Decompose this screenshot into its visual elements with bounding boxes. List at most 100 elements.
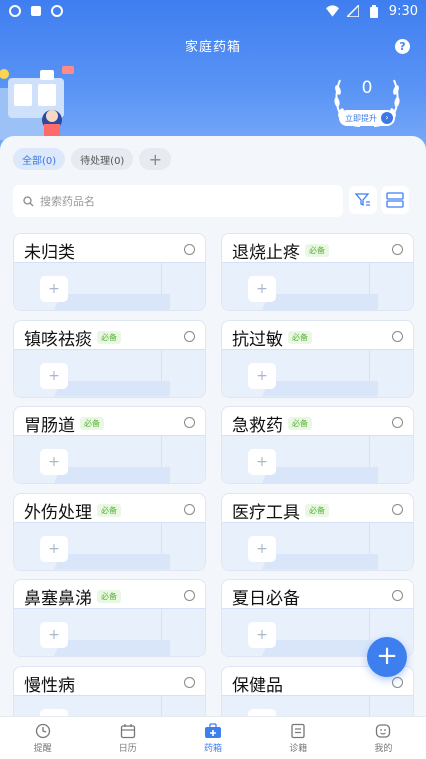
nav-item-medkit[interactable]: 药箱 [170, 717, 255, 759]
shelf-part [54, 553, 170, 570]
category-card[interactable]: 镇咳祛痰 必备 + [13, 319, 206, 398]
app-notification-icon [50, 5, 63, 18]
category-card[interactable]: 抗过敏 必备 + [221, 319, 414, 398]
add-item-button[interactable]: + [40, 622, 68, 648]
category-card[interactable]: 胃肠道 必备 + [13, 406, 206, 484]
search-icon [23, 195, 34, 206]
comment-icon[interactable] [392, 330, 403, 342]
filter-chip-all[interactable]: 全部(0) [13, 148, 66, 170]
category-name: 未归类 [24, 238, 75, 263]
search-placeholder: 搜索药品名 [40, 195, 95, 208]
nav-item-reminder[interactable]: 提醒 [0, 717, 85, 759]
essential-badge: 必备 [288, 417, 312, 430]
shelf-part [262, 640, 378, 656]
shelf-part [262, 467, 378, 483]
category-card[interactable]: 急救药 必备 + [221, 406, 414, 484]
comment-icon[interactable] [392, 244, 403, 255]
category-card[interactable]: 未归类 + [13, 233, 206, 311]
comment-icon[interactable] [184, 244, 195, 255]
category-name: 外伤处理 必备 [24, 498, 121, 523]
add-item-button[interactable]: + [248, 449, 276, 475]
page-title: 家庭药箱 [184, 40, 241, 55]
category-label: 未归类 [24, 243, 75, 263]
health-score: 0 [361, 78, 373, 98]
shelf-part [262, 553, 378, 570]
comment-icon[interactable] [392, 676, 403, 688]
help-icon[interactable]: ? [395, 39, 410, 54]
essential-badge: 必备 [305, 503, 329, 517]
essential-badge: 必备 [97, 330, 121, 344]
app-notification-icon [29, 5, 42, 18]
category-label: 夏日必备 [232, 589, 300, 609]
category-label: 鼻塞鼻涕 [24, 589, 92, 609]
category-name: 抗过敏 必备 [232, 325, 312, 350]
nav-item-calendar[interactable]: 日历 [85, 717, 170, 759]
comment-icon[interactable] [392, 417, 403, 428]
comment-icon[interactable] [184, 417, 195, 428]
medicine-cabinet-illustration [0, 66, 74, 140]
shelf-part [54, 640, 170, 656]
comment-icon[interactable] [184, 590, 195, 601]
nav-label: 诊籍 [289, 743, 308, 754]
chevron-right-icon: › [381, 112, 393, 124]
category-label: 退烧止疼 [232, 243, 300, 263]
add-item-button[interactable]: + [40, 276, 68, 302]
add-filter-button[interactable]: + [139, 148, 172, 170]
calendar-icon [120, 723, 135, 738]
bottom-nav: 提醒 日历 药箱 诊籍 我的 [0, 716, 426, 759]
category-card[interactable]: 鼻塞鼻涕 必备 + [13, 579, 206, 657]
header: 9:30 家庭药箱 ? 0 立即提升 › [0, 0, 426, 150]
category-name: 慢性病 [24, 671, 75, 696]
category-card[interactable]: 退烧止疼 必备 + [221, 233, 414, 311]
category-card[interactable]: 医疗工具 必备 + [221, 492, 414, 571]
comment-icon[interactable] [184, 503, 195, 515]
category-name: 保健品 [232, 671, 283, 696]
nav-label: 日历 [118, 743, 137, 754]
shelf-part [54, 467, 170, 483]
search-input[interactable]: 搜索药品名 [13, 185, 343, 217]
promote-label: 立即提升 [345, 113, 377, 123]
category-label: 胃肠道 [24, 416, 75, 436]
add-medicine-button[interactable]: + [367, 637, 407, 677]
record-icon [291, 723, 305, 738]
add-item-button[interactable]: + [248, 362, 276, 389]
add-item-button[interactable]: + [248, 276, 276, 302]
filter-chips: 全部(0) 待处理(0) + [13, 148, 172, 170]
view-toggle-button[interactable] [381, 186, 409, 214]
category-label: 外伤处理 [24, 502, 92, 523]
nav-item-profile[interactable]: 我的 [341, 717, 426, 759]
category-name: 退烧止疼 必备 [232, 238, 329, 263]
wifi-icon [325, 5, 339, 18]
essential-badge: 必备 [288, 330, 312, 344]
add-item-button[interactable]: + [248, 535, 276, 562]
promote-button[interactable]: 立即提升 › [339, 110, 395, 126]
medkit-icon [205, 722, 221, 738]
add-item-button[interactable]: + [40, 535, 68, 562]
list-view-icon [386, 192, 404, 208]
nav-label: 提醒 [33, 743, 52, 754]
profile-icon [376, 723, 391, 738]
filter-button[interactable] [349, 186, 377, 214]
category-name: 鼻塞鼻涕 必备 [24, 584, 121, 609]
add-item-button[interactable]: + [40, 449, 68, 475]
essential-badge: 必备 [97, 590, 121, 603]
comment-icon[interactable] [184, 676, 195, 688]
essential-badge: 必备 [80, 417, 104, 430]
shelf-part [262, 294, 378, 310]
add-item-button[interactable]: + [40, 362, 68, 389]
nav-label: 我的 [374, 743, 393, 754]
filter-icon [355, 193, 370, 207]
category-card[interactable]: 外伤处理 必备 + [13, 492, 206, 571]
category-label: 抗过敏 [232, 329, 283, 350]
category-name: 胃肠道 必备 [24, 411, 104, 436]
filter-chip-pending[interactable]: 待处理(0) [71, 148, 134, 170]
add-item-button[interactable]: + [248, 622, 276, 648]
category-label: 保健品 [232, 675, 283, 696]
essential-badge: 必备 [305, 244, 329, 257]
comment-icon[interactable] [392, 503, 403, 515]
shelf-part [262, 380, 378, 397]
comment-icon[interactable] [392, 590, 403, 601]
comment-icon[interactable] [184, 330, 195, 342]
nav-item-records[interactable]: 诊籍 [256, 717, 341, 759]
category-label: 镇咳祛痰 [24, 329, 92, 350]
